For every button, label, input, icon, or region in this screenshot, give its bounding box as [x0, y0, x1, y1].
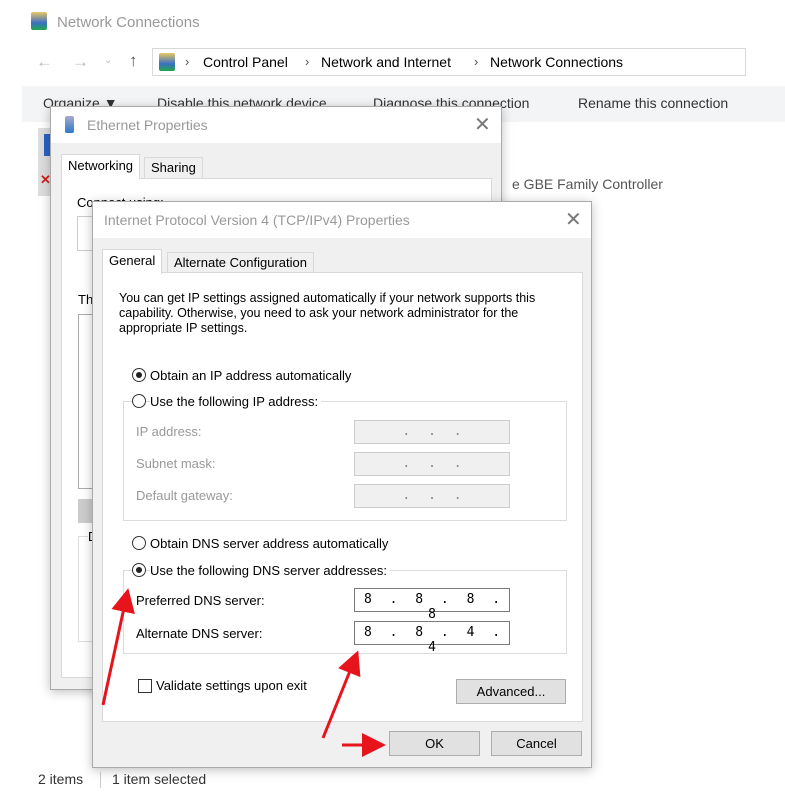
- annotation-arrows: [101, 588, 386, 757]
- arrow-to-dns-fields: [321, 650, 361, 739]
- tab-general[interactable]: General: [102, 249, 163, 274]
- tab-networking[interactable]: Networking: [61, 154, 141, 179]
- arrow-to-dns-radio: [101, 588, 135, 706]
